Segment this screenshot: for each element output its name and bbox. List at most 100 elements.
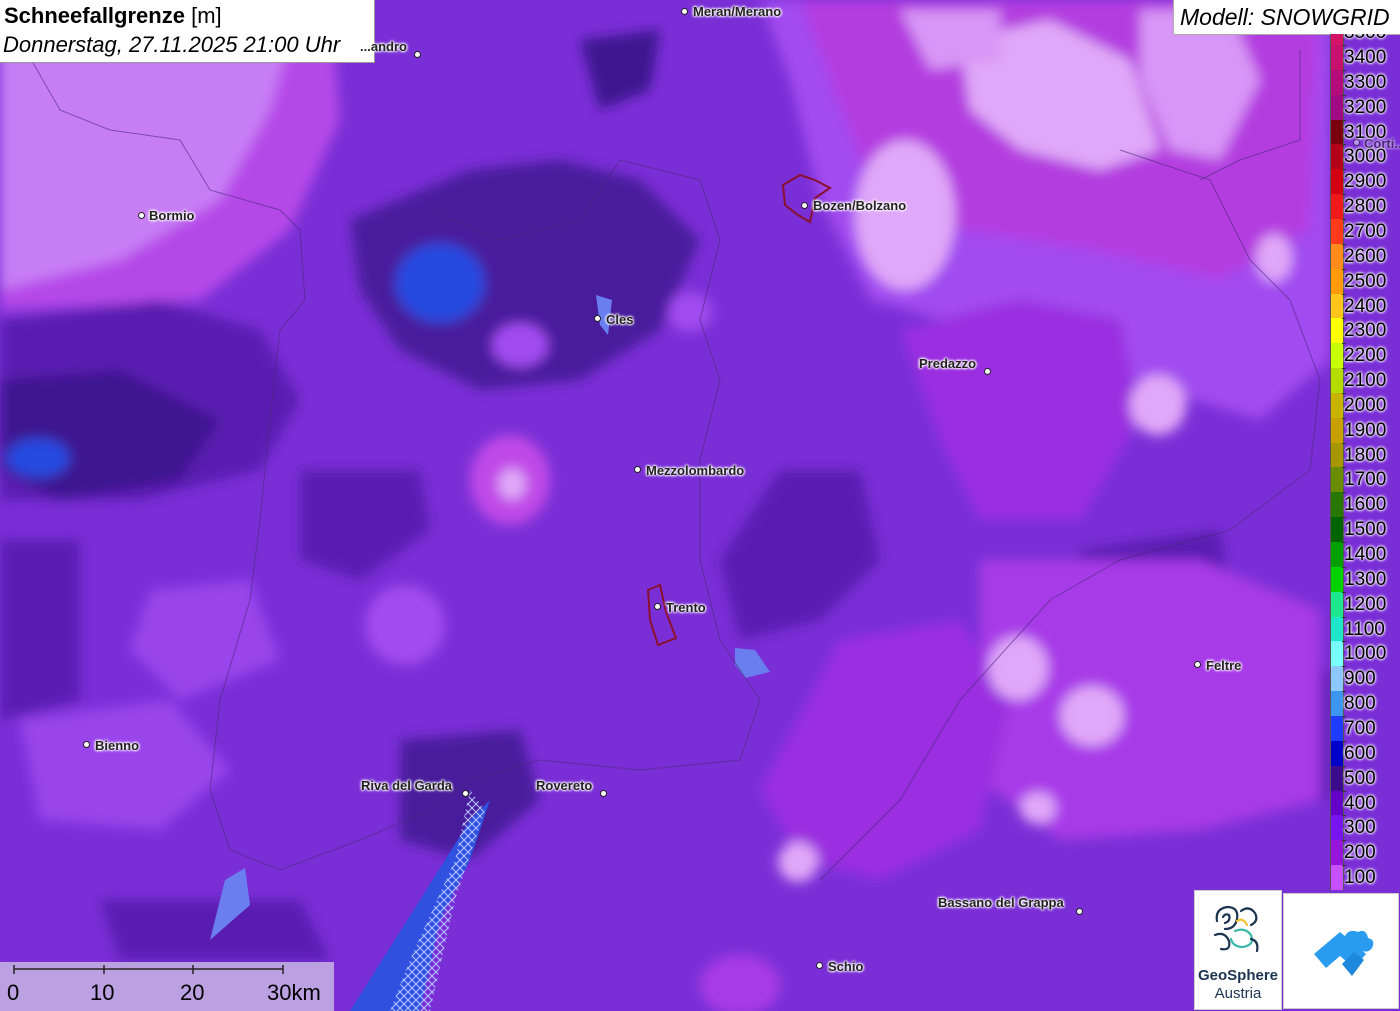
legend-row: 1200: [1328, 591, 1400, 617]
legend-tick: [1342, 94, 1346, 96]
legend-row: 400: [1328, 790, 1400, 816]
legend-tick: [1342, 45, 1346, 46]
city-label[interactable]: Corti...: [1364, 136, 1400, 151]
city-label[interactable]: Bienno: [95, 738, 139, 753]
city-label[interactable]: Bassano del Grappa: [938, 895, 1064, 910]
city-marker[interactable]: [815, 961, 823, 969]
city-label[interactable]: Bormio: [149, 208, 195, 223]
legend-row: 1600: [1328, 492, 1400, 518]
city-marker[interactable]: [1075, 907, 1083, 915]
city-marker[interactable]: [137, 211, 145, 219]
city-label[interactable]: Trento: [666, 600, 706, 615]
legend-tick: [1342, 268, 1346, 270]
legend-label: 400: [1344, 792, 1376, 814]
legend-label: 200: [1344, 842, 1376, 864]
legend-row: 2400: [1328, 293, 1400, 319]
legend-label: 2100: [1344, 370, 1387, 392]
legend-swatch: [1330, 765, 1344, 791]
legend-swatch: [1330, 243, 1344, 269]
legend-tick: [1342, 765, 1346, 767]
legend-label: 1800: [1344, 444, 1387, 466]
map-datetime: Donnerstag, 27.11.2025 21:00 Uhr: [3, 32, 341, 57]
legend-swatch: [1330, 268, 1344, 294]
city-marker[interactable]: [653, 602, 661, 610]
legend-label: 1000: [1344, 643, 1387, 665]
legend-swatch: [1330, 715, 1344, 741]
legend-tick: [1342, 715, 1346, 717]
legend-label: 3400: [1344, 47, 1387, 68]
legend-swatch: [1330, 194, 1344, 220]
city-marker[interactable]: [1352, 138, 1360, 146]
legend-tick: [1342, 865, 1346, 867]
legend-label: 800: [1344, 693, 1376, 715]
legend-swatch: [1330, 218, 1344, 244]
legend-swatch: [1330, 318, 1344, 344]
legend-swatch: [1330, 368, 1344, 394]
city-label[interactable]: Meran/Merano: [693, 4, 781, 19]
legend-row: 1900: [1328, 417, 1400, 443]
legend-swatch: [1330, 591, 1344, 617]
legend-label: 2600: [1344, 245, 1387, 267]
legend-swatch: [1330, 467, 1344, 493]
legend-label: 2300: [1344, 320, 1387, 342]
city-marker[interactable]: [680, 7, 688, 15]
snowgrid-logo[interactable]: [1283, 893, 1399, 1009]
city-marker[interactable]: [82, 740, 90, 748]
legend-row: 500: [1328, 765, 1400, 791]
legend-swatch: [1330, 293, 1344, 319]
legend-tick: [1342, 169, 1346, 171]
city-marker[interactable]: [593, 314, 601, 322]
legend-label: 1900: [1344, 419, 1387, 441]
snowfall-limit-map[interactable]: [0, 0, 1400, 1011]
city-marker[interactable]: [983, 367, 991, 375]
legend-swatch: [1330, 517, 1344, 543]
city-label[interactable]: Mezzolombardo: [646, 463, 744, 478]
legend-swatch: [1330, 45, 1344, 70]
scale-label-10: 10: [90, 980, 115, 1005]
city-marker[interactable]: [599, 789, 607, 797]
city-marker[interactable]: [461, 789, 469, 797]
legend-row: 1400: [1328, 542, 1400, 567]
geosphere-logo[interactable]: GeoSphere Austria: [1194, 890, 1282, 1010]
city-marker[interactable]: [800, 201, 808, 209]
legend-tick: [1342, 566, 1346, 568]
city-label[interactable]: ...andro: [360, 39, 407, 54]
city-marker[interactable]: [413, 50, 421, 58]
city-label[interactable]: Rovereto: [536, 778, 592, 793]
legend-row: 1800: [1328, 442, 1400, 468]
city-label[interactable]: Predazzo: [919, 356, 976, 371]
city-marker[interactable]: [1193, 660, 1201, 668]
legend-swatch: [1330, 740, 1344, 766]
legend-row: 1000: [1328, 641, 1400, 667]
legend-swatch: [1330, 144, 1344, 170]
legend-row: 2300: [1328, 318, 1400, 344]
map-title-text: Schneefallgrenze: [4, 3, 185, 28]
legend-swatch: [1330, 865, 1344, 890]
legend-tick: [1342, 218, 1346, 220]
city-label[interactable]: Riva del Garda: [361, 778, 452, 793]
legend-row: 600: [1328, 740, 1400, 766]
geosphere-logo-icon: [1213, 905, 1259, 953]
legend-label: 1500: [1344, 519, 1387, 541]
legend-tick: [1342, 69, 1346, 71]
legend-label: 3300: [1344, 71, 1387, 93]
legend-label: 1700: [1344, 469, 1387, 491]
legend-label: 2800: [1344, 196, 1387, 218]
legend-tick: [1342, 467, 1346, 469]
city-label[interactable]: Schio: [828, 959, 863, 974]
legend-row: 300: [1328, 815, 1400, 841]
legend-row: 2800: [1328, 194, 1400, 220]
legend-swatch: [1330, 34, 1344, 45]
city-marker[interactable]: [633, 465, 641, 473]
city-label[interactable]: Bozen/Bolzano: [813, 198, 906, 213]
legend-label: 900: [1344, 668, 1376, 690]
geosphere-name: GeoSphere: [1197, 967, 1279, 984]
legend-swatch: [1330, 69, 1344, 95]
city-label[interactable]: Cles: [606, 312, 633, 327]
city-label[interactable]: Feltre: [1206, 658, 1241, 673]
legend-row: 700: [1328, 715, 1400, 741]
legend-label: 600: [1344, 742, 1376, 764]
legend-row: 800: [1328, 691, 1400, 717]
legend-swatch: [1330, 566, 1344, 592]
legend-tick: [1342, 691, 1346, 693]
